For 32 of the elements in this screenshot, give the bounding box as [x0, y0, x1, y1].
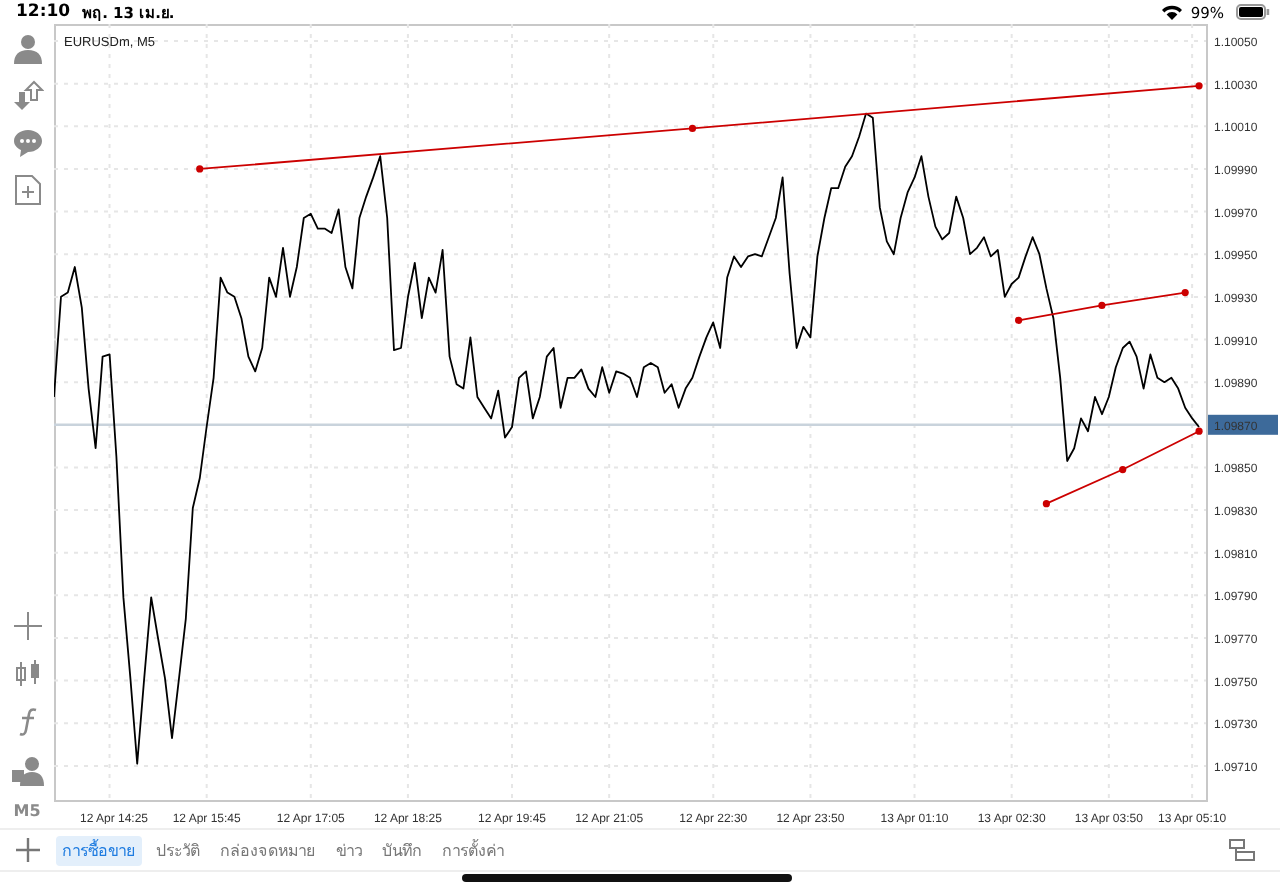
wifi-icon	[1162, 4, 1183, 20]
tab[interactable]: การซื้อขาย	[56, 835, 142, 865]
function-icon[interactable]	[15, 706, 39, 738]
timeframe-button[interactable]: M5	[13, 802, 41, 820]
tab[interactable]: บันทึก	[376, 835, 428, 865]
point	[688, 124, 697, 133]
point	[1098, 301, 1106, 310]
tab[interactable]: ประวัติ	[150, 835, 206, 865]
clock-time: 12:10	[16, 2, 71, 22]
point	[1195, 427, 1203, 435]
crosshair-icon[interactable]	[11, 610, 43, 642]
trend-line[interactable]	[1042, 427, 1203, 508]
point	[1195, 82, 1203, 90]
point	[1042, 500, 1050, 508]
layout-icon[interactable]	[1228, 838, 1256, 862]
point	[196, 165, 204, 173]
new-document-icon[interactable]	[13, 174, 41, 206]
add-icon[interactable]	[16, 838, 40, 862]
account-icon[interactable]	[11, 32, 43, 64]
people-icon[interactable]	[9, 754, 45, 786]
battery-icon	[1236, 4, 1270, 20]
tab[interactable]: ข่าว	[330, 835, 368, 865]
point	[1119, 465, 1127, 474]
point	[1015, 316, 1023, 324]
arrows-icon[interactable]	[11, 80, 43, 112]
trend-line[interactable]	[196, 82, 1203, 173]
tab[interactable]: กล่องจดหมาย	[214, 835, 322, 865]
chat-icon[interactable]	[11, 128, 43, 158]
tab[interactable]: การตั้งค่า	[436, 835, 510, 865]
point	[1181, 289, 1189, 297]
candlestick-icon[interactable]	[13, 658, 41, 690]
trend-line[interactable]	[1015, 289, 1189, 324]
